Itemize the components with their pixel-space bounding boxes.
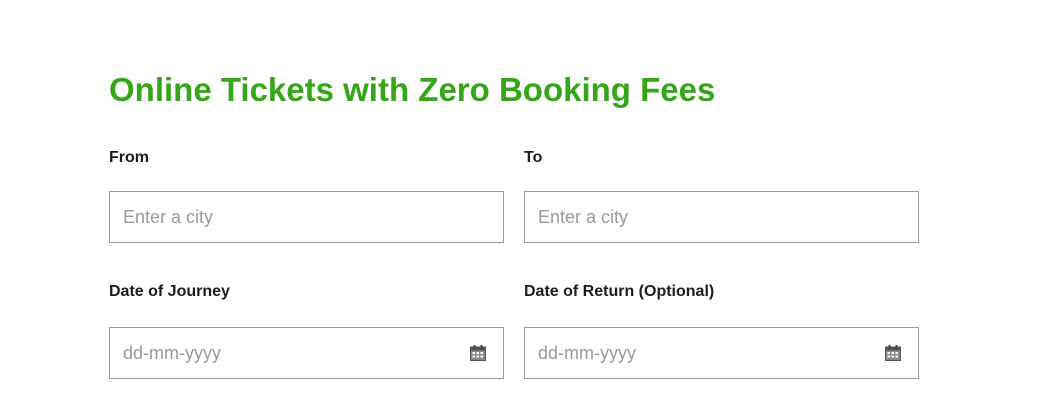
date-of-journey-label: Date of Journey (109, 283, 230, 300)
date-of-return-input-box[interactable] (524, 327, 919, 379)
date-of-journey-input[interactable] (110, 328, 503, 378)
booking-form: Online Tickets with Zero Booking Fees Fr… (109, 70, 919, 379)
to-city-input[interactable] (525, 192, 918, 242)
date-of-journey-field-group: Date of Journey (109, 282, 504, 379)
from-field-group: From (109, 148, 504, 243)
from-city-input[interactable] (110, 192, 503, 242)
to-label: To (524, 149, 543, 166)
date-of-journey-input-box[interactable] (109, 327, 504, 379)
page-title: Online Tickets with Zero Booking Fees (109, 71, 716, 108)
calendar-icon[interactable] (470, 345, 486, 361)
to-field-group: To (524, 148, 919, 243)
date-of-return-label: Date of Return (Optional) (524, 283, 715, 300)
date-of-return-input[interactable] (525, 328, 918, 378)
date-of-return-field-group: Date of Return (Optional) (524, 282, 919, 379)
calendar-icon[interactable] (885, 345, 901, 361)
to-input-box[interactable] (524, 191, 919, 243)
city-row: From To (109, 148, 919, 248)
from-input-box[interactable] (109, 191, 504, 243)
date-row: Date of Journey Date of Return (O (109, 282, 919, 382)
from-label: From (109, 149, 149, 166)
